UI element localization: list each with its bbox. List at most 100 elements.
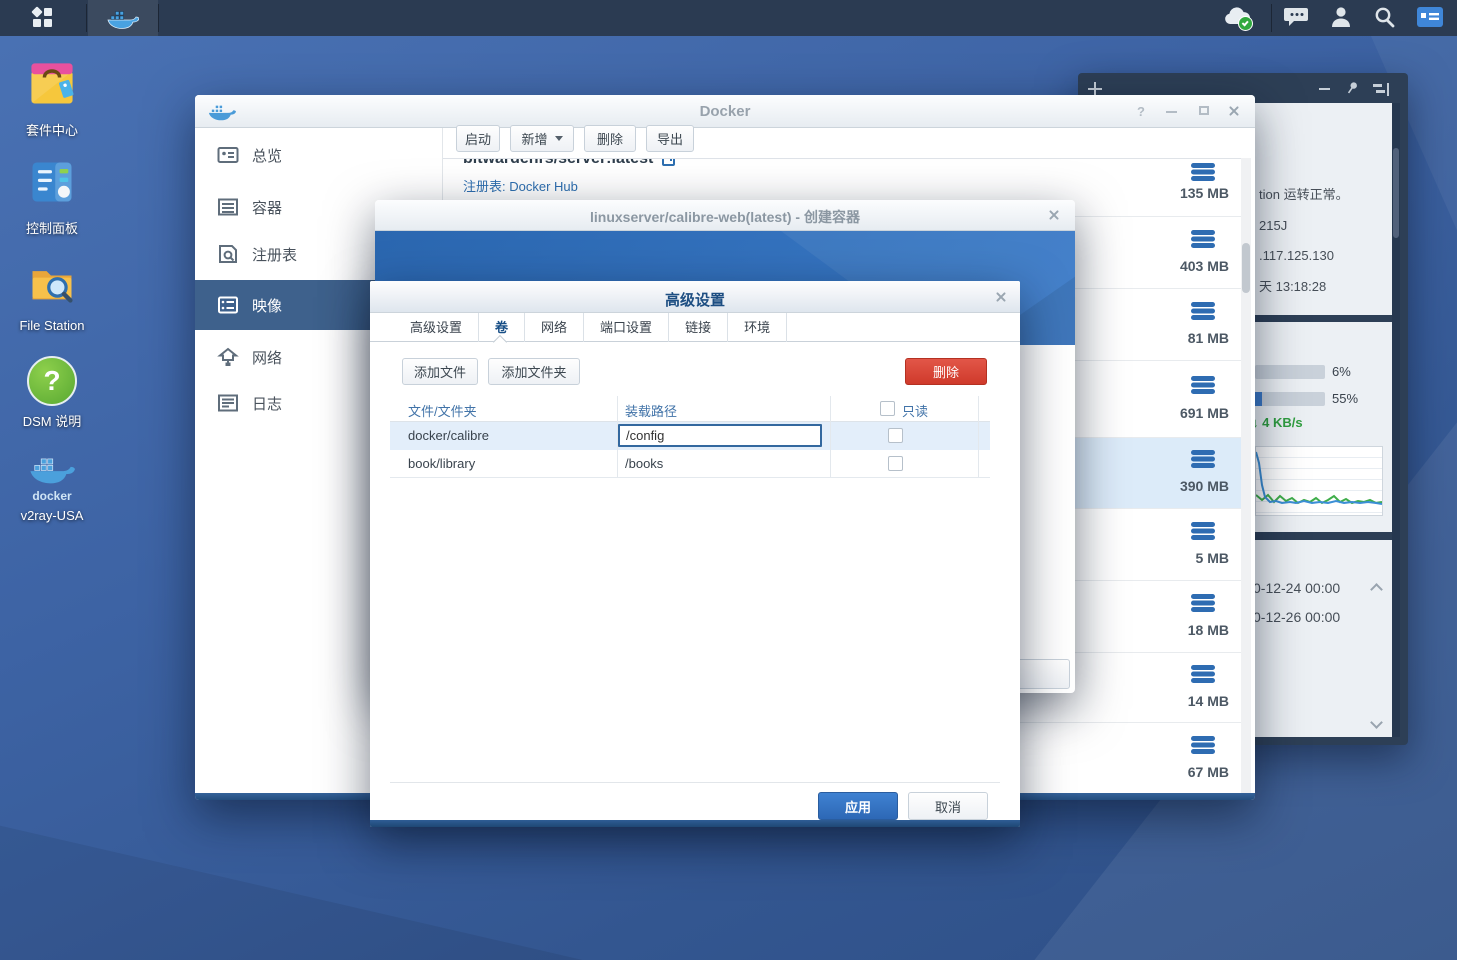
footer-separator	[390, 782, 1000, 783]
advanced-settings-dialog: 高级设置 高级设置 卷 网络 端口设置 链接 环境 添加文件 添加文件夹 删除 …	[370, 281, 1020, 827]
dsm-help-icon: ?	[27, 356, 77, 406]
database-icon	[1191, 376, 1215, 395]
cell-file-path: book/library	[408, 456, 475, 471]
cpu-usage-bar	[1255, 365, 1325, 379]
list-scrollbar[interactable]	[1241, 158, 1251, 793]
schedule-date-2: 0-12-26 00:00	[1253, 609, 1340, 625]
apply-button[interactable]: 应用	[818, 792, 898, 820]
desktop-icon-control-panel[interactable]: 控制面板	[0, 156, 104, 237]
list-scrollbar-thumb[interactable]	[1242, 243, 1250, 293]
table-header-row: 文件/文件夹 装载路径 只读	[390, 396, 990, 422]
taskbar	[0, 0, 1457, 36]
close-button[interactable]	[1047, 208, 1061, 222]
chevron-down-icon	[555, 136, 563, 141]
database-icon	[1191, 665, 1215, 684]
desktop-icon-dsm-help[interactable]: ? DSM 说明	[0, 356, 104, 430]
column-header-mount[interactable]: 装载路径	[625, 401, 677, 420]
pin-icon[interactable]	[1344, 80, 1360, 96]
sidebar-item-label: 网络	[252, 347, 282, 368]
column-header-readonly[interactable]: 只读	[902, 401, 928, 420]
desktop-icon-file-station[interactable]: File Station	[0, 256, 104, 333]
docker-whale-icon	[29, 452, 75, 486]
delete-button-label: 删除	[597, 129, 623, 148]
user-menu-button[interactable]	[1329, 5, 1361, 33]
table-row-selected[interactable]: docker/calibre	[390, 422, 990, 450]
close-button[interactable]	[1227, 104, 1241, 118]
add-button[interactable]: 新增	[510, 125, 574, 152]
tab-environment[interactable]: 环境	[728, 313, 787, 342]
database-icon	[1191, 302, 1215, 321]
column-header-file[interactable]: 文件/文件夹	[408, 401, 477, 420]
container-icon	[217, 197, 239, 217]
widget-minimize-icon[interactable]	[1319, 88, 1330, 90]
image-size: 135 MB	[1180, 185, 1229, 201]
image-size: 67 MB	[1188, 764, 1229, 780]
network-chart-lines	[1256, 447, 1382, 515]
desktop-icon-label: DSM 说明	[0, 411, 104, 430]
widgets-button[interactable]	[1416, 6, 1450, 30]
sidebar-item-label: 注册表	[252, 244, 297, 265]
sidebar-item-label: 映像	[252, 295, 282, 316]
column-separator	[617, 396, 618, 477]
docker-whale-icon	[107, 7, 139, 30]
add-widget-icon[interactable]	[1088, 82, 1102, 96]
notifications-button[interactable]	[1284, 5, 1316, 33]
uptime-text: 天 13:18:28	[1259, 276, 1326, 295]
desktop: 套件中心 控制面板 File Station ? DSM 说明	[0, 0, 1457, 960]
start-button-label: 启动	[465, 129, 491, 148]
sidebar-item-overview[interactable]: 总览	[195, 138, 443, 172]
modal-titlebar: linuxserver/calibre-web(latest) - 创建容器	[375, 200, 1075, 231]
panel-layout-icon[interactable]	[1372, 82, 1390, 98]
database-icon	[1191, 522, 1215, 541]
taskbar-separator	[86, 4, 87, 32]
readonly-checkbox[interactable]	[888, 428, 903, 443]
readonly-checkbox[interactable]	[888, 456, 903, 471]
database-icon	[1191, 163, 1215, 182]
desktop-icon-package-center[interactable]: 套件中心	[0, 58, 104, 139]
tab-links[interactable]: 链接	[669, 313, 728, 342]
tab-network[interactable]: 网络	[525, 313, 584, 342]
cancel-label: 取消	[935, 797, 961, 816]
widget-scrollbar-thumb[interactable]	[1393, 148, 1399, 238]
table-row[interactable]: book/library /books	[390, 450, 990, 478]
taskbar-separator	[158, 4, 159, 32]
close-button[interactable]	[994, 290, 1008, 304]
add-file-label: 添加文件	[414, 362, 466, 381]
image-size: 5 MB	[1196, 550, 1229, 566]
database-icon	[1191, 230, 1215, 249]
delete-volume-button[interactable]: 删除	[905, 358, 987, 385]
sync-ok-badge	[1238, 16, 1253, 31]
column-separator	[830, 396, 831, 477]
column-separator	[978, 396, 979, 477]
search-button[interactable]	[1372, 5, 1404, 33]
add-folder-button[interactable]: 添加文件夹	[488, 358, 580, 385]
readonly-header-checkbox[interactable]	[880, 401, 895, 416]
main-menu-button[interactable]	[0, 0, 86, 36]
cpu-percent: 6%	[1332, 364, 1351, 379]
tab-port-settings[interactable]: 端口设置	[584, 313, 669, 342]
add-file-button[interactable]: 添加文件	[402, 358, 478, 385]
database-icon	[1191, 736, 1215, 755]
cloud-sync-button[interactable]	[1222, 4, 1258, 34]
desktop-icon-docker-v2ray[interactable]: docker v2ray-USA	[0, 452, 104, 523]
chat-icon	[1284, 5, 1310, 29]
cancel-button[interactable]: 取消	[908, 792, 988, 820]
ram-percent: 55%	[1332, 391, 1358, 406]
export-button[interactable]: 导出	[646, 125, 694, 152]
maximize-button[interactable]	[1199, 106, 1209, 115]
minimize-button[interactable]	[1166, 111, 1177, 113]
tab-advanced-settings[interactable]: 高级设置	[394, 313, 479, 342]
desktop-icon-label: File Station	[0, 318, 104, 333]
mount-path-input[interactable]	[618, 424, 822, 447]
help-button[interactable]: ?	[1137, 104, 1145, 119]
delete-button[interactable]: 删除	[584, 125, 636, 152]
taskbar-docker-button[interactable]	[88, 0, 158, 36]
add-button-label: 新增	[521, 129, 547, 148]
widget-scrollbar[interactable]	[1392, 103, 1400, 737]
widgets-icon	[1416, 6, 1444, 28]
health-status-text: tion 运转正常。	[1259, 184, 1349, 203]
apps-menu-icon	[33, 8, 53, 28]
desktop-icon-label: 控制面板	[0, 218, 104, 237]
dialog-tabbar: 高级设置 卷 网络 端口设置 链接 环境	[370, 313, 1020, 342]
start-button[interactable]: 启动	[456, 125, 500, 152]
